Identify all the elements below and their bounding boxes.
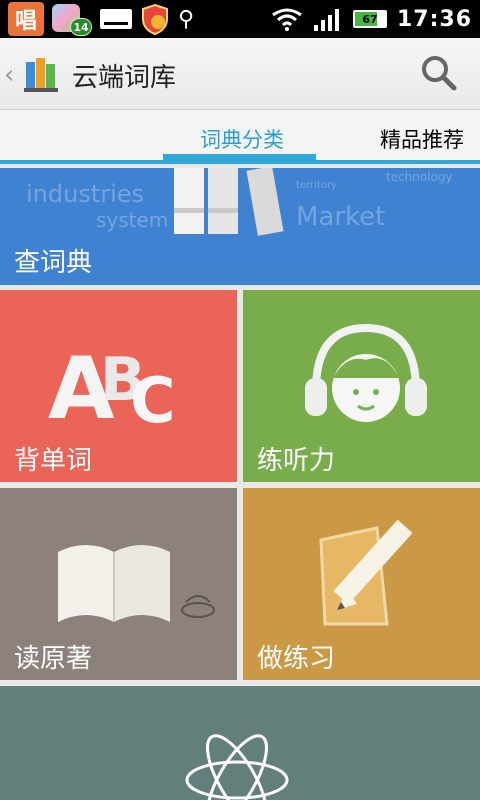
tile-read-originals-label: 读原著 — [14, 644, 93, 674]
tile-practice-label: 做练习 — [257, 644, 336, 674]
abc-letters-icon: A B C — [48, 339, 176, 430]
shield-icon — [142, 3, 168, 35]
battery-level: 67 — [362, 12, 378, 26]
open-book-icon — [58, 545, 215, 622]
tile-dictionary[interactable]: industries system Market territory techn… — [0, 168, 480, 285]
tile-practice[interactable]: 做练习 — [243, 488, 480, 680]
action-bar: ‹ 云端词库 — [0, 38, 480, 110]
page-title: 云端词库 — [72, 63, 177, 93]
signal-icon — [313, 9, 339, 31]
tab-featured-recommendations[interactable]: 精品推荐 — [380, 124, 464, 154]
search-icon[interactable] — [420, 54, 458, 92]
atom-icon — [185, 734, 289, 800]
app-logo-icon — [24, 58, 58, 92]
wifi-icon — [272, 8, 302, 31]
status-right: 67 17:36 — [271, 2, 472, 36]
tile-listening[interactable]: 练听力 — [243, 290, 480, 482]
bg-word: territory — [296, 180, 337, 191]
tile-recite-words[interactable]: A B C 背单词 — [0, 290, 237, 482]
bg-word: system — [96, 208, 169, 232]
category-grid: industries system Market territory techn… — [0, 168, 480, 800]
notification-count-badge: 14 — [70, 18, 92, 36]
svg-text:C: C — [130, 364, 176, 430]
keyboard-icon — [100, 9, 132, 29]
tile-read-originals[interactable]: 读原著 — [0, 488, 237, 680]
singing-app-icon: 唱 — [8, 2, 44, 36]
tile-listening-label: 练听力 — [257, 446, 336, 476]
bg-word: technology — [386, 170, 453, 184]
clock: 17:36 — [396, 6, 472, 32]
tab-selected-indicator — [163, 154, 316, 160]
usb-icon: ⚲ — [178, 6, 195, 32]
tile-more[interactable] — [0, 686, 480, 800]
tile-recite-words-label: 背单词 — [14, 446, 93, 476]
books-icon — [174, 168, 284, 236]
bg-word: Market — [296, 202, 386, 232]
bg-word: industries — [26, 180, 145, 208]
pencil-paper-icon — [319, 520, 413, 626]
gallery-notification-icon: 14 — [52, 2, 92, 36]
battery-icon: 67 — [352, 10, 387, 28]
back-chevron-icon[interactable]: ‹ — [4, 60, 14, 90]
status-bar: 唱 14 ⚲ 67 17:36 — [0, 0, 480, 38]
tile-dictionary-label: 查词典 — [14, 248, 93, 278]
headphones-face-icon — [305, 323, 427, 422]
tab-bar: 词典分类 精品推荐 — [0, 110, 480, 164]
status-left: 唱 14 ⚲ — [8, 2, 194, 36]
tab-dictionary-categories[interactable]: 词典分类 — [168, 124, 316, 154]
